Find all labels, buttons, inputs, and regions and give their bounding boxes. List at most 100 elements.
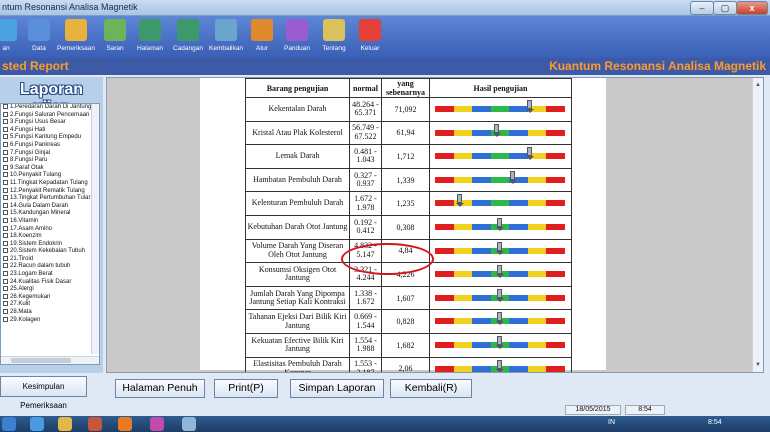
list-item[interactable]: 9.Saraf Otak [1,164,99,173]
list-item[interactable]: 14.Gula Dalam Darah [1,202,99,211]
test-list[interactable]: 1.Peredaran Darah Di Jantung 2.Fungsi Sal… [0,103,100,365]
toolbar-button-keluar[interactable]: Keluar [355,16,385,58]
list-item[interactable]: 20.Sistem Kekebalan Tubuh [1,248,99,256]
list-item[interactable]: 5.Fungsi Kantung Empedu [1,134,99,142]
pinned-app-icon[interactable] [182,417,196,431]
checkbox-icon[interactable] [3,248,8,254]
folder-icon[interactable] [58,417,72,431]
list-item[interactable]: 15.Kandungan Mineral [1,210,99,218]
list-item[interactable]: 29.Kolagen [1,316,99,325]
list-item[interactable]: 13.Tingkat Pertumbuhan Tular [1,195,99,203]
report-table-body: Kekentalan Darah 48.264 - 65.371 71,092 Kri… [245,97,572,372]
toolbar-button-panduan[interactable]: Panduan [280,16,314,58]
checkbox-icon[interactable] [3,210,8,216]
checkbox-icon[interactable] [3,157,8,163]
list-item[interactable]: 26.Kegemukan [1,293,99,302]
checkbox-icon[interactable] [3,278,8,284]
firefox-icon[interactable] [118,417,132,431]
list-item[interactable]: 16.Vitamin [1,217,99,226]
start-icon[interactable] [2,417,16,431]
list-item[interactable]: 17.Asam Amino [1,225,99,234]
checkbox-icon[interactable] [3,134,8,140]
app-icon[interactable] [150,417,164,431]
ie-icon[interactable] [30,417,44,431]
checkbox-icon[interactable] [3,301,8,307]
cell-actual: 71,092 [381,97,430,122]
toolbar-button-cadangan[interactable]: Cadangan [170,16,206,58]
list-item[interactable]: 7.Fungsi Ginjal [1,149,99,158]
scroll-thumb[interactable] [11,358,71,363]
checkbox-icon[interactable] [3,179,8,185]
back-button[interactable]: Kembali(R) [390,379,472,398]
list-item[interactable]: 27.Kulit [1,301,99,309]
list-item[interactable]: 22.Racun dalam tubuh [1,263,99,271]
toolbar-button-halaman[interactable]: Halaman [133,16,167,58]
toolbar-button-atur[interactable]: Atur [250,16,274,58]
test-list-vertical-scrollbar[interactable] [91,104,99,354]
conclusion-button[interactable]: Kesimpulan Pemeriksaan [0,376,87,410]
list-item-label: 22.Racun dalam tubuh [10,263,71,270]
list-item[interactable]: 1.Peredaran Darah Di Jantung [1,104,99,112]
checkbox-icon[interactable] [3,293,8,299]
maximize-button[interactable]: ▢ [713,1,737,15]
list-item[interactable]: 28.Mata [1,309,99,317]
save-report-button[interactable]: Simpan Laporan [290,379,384,398]
list-item[interactable]: 10.Penyakit Tulang [1,172,99,180]
checkbox-icon[interactable] [3,126,8,132]
list-item[interactable]: 11.Tingkat Kepadatan Tulang [1,179,99,188]
print-button[interactable]: Print(P) [214,379,278,398]
list-item[interactable]: 12.Penyakit Rematik Tulang [1,187,99,196]
close-button[interactable]: x [736,1,768,15]
taskbar-clock[interactable]: 8:54 [708,419,722,426]
checkbox-icon[interactable] [3,217,8,223]
checkbox-icon[interactable] [3,202,8,208]
checkbox-icon[interactable] [3,119,8,125]
checkbox-icon[interactable] [3,149,8,155]
checkbox-icon[interactable] [3,240,8,246]
checkbox-icon[interactable] [3,141,8,147]
list-item[interactable]: 18.Koenzim [1,233,99,241]
list-item[interactable]: 6.Fungsi Pankreas [1,141,99,150]
cell-item: Kelenturan Pembuluh Darah [245,191,350,216]
col-header-actual: yang sebenarnya [381,78,430,98]
checkbox-icon[interactable] [3,104,8,109]
list-item[interactable]: 3.Fungsi Usus Besar [1,119,99,127]
list-item[interactable]: 24.Kualitas Fisik Dasar [1,278,99,287]
toolbar-button-tentang[interactable]: Tentang [318,16,350,58]
list-item[interactable]: 4.Fungsi Hati [1,126,99,135]
gauge-segment [435,200,454,207]
toolbar-button-saran[interactable]: Saran [102,16,128,58]
checkbox-icon[interactable] [3,164,8,170]
list-item[interactable]: 19.Sistem Endokrin [1,240,99,249]
list-item[interactable]: 23.Logam Berat [1,271,99,279]
scroll-up-icon[interactable]: ▲ [754,82,762,88]
scroll-down-icon[interactable]: ▼ [754,362,762,368]
checkbox-icon[interactable] [3,111,8,117]
list-item[interactable]: 2.Fungsi Saluran Pencernaan [1,111,99,120]
checkbox-icon[interactable] [3,255,8,261]
fullpage-button[interactable]: Halaman Penuh [115,379,205,398]
media-icon[interactable] [88,417,102,431]
minimize-button[interactable]: – [690,1,714,15]
test-list-horizontal-scrollbar[interactable] [1,356,99,364]
checkbox-icon[interactable] [3,316,8,322]
gauge-segment [472,271,491,278]
checkbox-icon[interactable] [3,233,8,239]
toolbar-button-laporan[interactable]: an [0,16,18,58]
checkbox-icon[interactable] [3,271,8,277]
checkbox-icon[interactable] [3,309,8,315]
toolbar-button-kembalikan[interactable]: Kembalikan [207,16,245,58]
checkbox-icon[interactable] [3,195,8,201]
checkbox-icon[interactable] [3,187,8,193]
list-item[interactable]: 21.Tiroid [1,255,99,264]
toolbar-button-data[interactable]: Data [24,16,54,58]
language-indicator[interactable]: IN [608,419,615,426]
report-vertical-scrollbar[interactable]: ▲ ▼ [752,78,763,372]
list-item[interactable]: 8.Fungsi Paru [1,157,99,165]
checkbox-icon[interactable] [3,172,8,178]
checkbox-icon[interactable] [3,263,8,269]
checkbox-icon[interactable] [3,225,8,231]
toolbar-button-pemeriksaan[interactable]: Pemeriksaan [56,16,96,58]
list-item[interactable]: 25.Alergi [1,286,99,294]
checkbox-icon[interactable] [3,286,8,292]
